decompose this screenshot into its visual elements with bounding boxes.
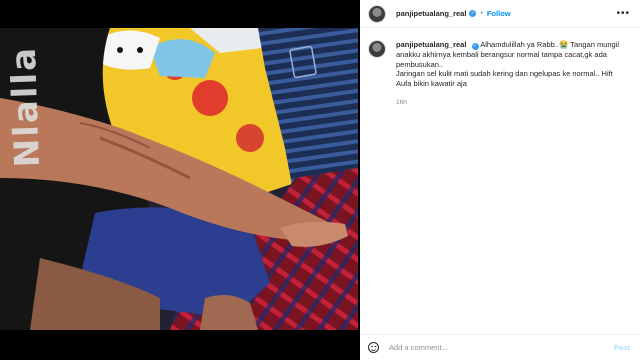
post-comment-button[interactable]: Post [614, 343, 630, 352]
emoji-icon[interactable] [368, 342, 379, 353]
caption-text-5: Aufa bikin kawatir aja [396, 78, 467, 88]
header-username[interactable]: panjipetualang_real [396, 9, 466, 18]
avatar[interactable] [368, 4, 386, 23]
caption-line-1: panjipetualang_real ✓ Alhamdulillah ya R… [396, 40, 619, 50]
photo-illustration [0, 28, 358, 330]
post-side-panel: panjipetualang_real ✓ • Follow ••• panji… [360, 0, 640, 360]
post-caption: panjipetualang_real ✓ Alhamdulillah ya R… [368, 40, 630, 108]
post-media-pane: Nlalla [0, 0, 360, 360]
caption-text-1: Alhamdulillah ya Rabb..😭 Tangan mungil [478, 40, 620, 49]
post-timestamp[interactable]: 16h [396, 98, 619, 108]
follow-button[interactable]: Follow [487, 9, 511, 18]
caption-text-4: Jaringan sel kulit mati sudah kering dan… [396, 69, 613, 78]
post-header: panjipetualang_real ✓ • Follow ••• [360, 0, 640, 28]
caption-text-3: pembusukan.. [396, 59, 444, 69]
caption-username[interactable]: panjipetualang_real [396, 40, 466, 49]
caption-avatar[interactable] [368, 40, 386, 58]
verified-badge-icon: ✓ [471, 43, 479, 50]
separator-dot: • [480, 10, 483, 17]
shirt-print-text: Nlalla [3, 45, 48, 169]
comment-bar: Post [360, 334, 640, 360]
more-options-icon[interactable]: ••• [616, 8, 630, 19]
caption-text-2: anakku akhirnya kembali berangsur normal… [396, 50, 607, 59]
comment-input[interactable] [389, 343, 589, 352]
verified-badge-icon: ✓ [469, 10, 477, 17]
caption-body: panjipetualang_real ✓ Alhamdulillah ya R… [396, 40, 619, 108]
post-photo[interactable]: Nlalla [0, 28, 358, 330]
